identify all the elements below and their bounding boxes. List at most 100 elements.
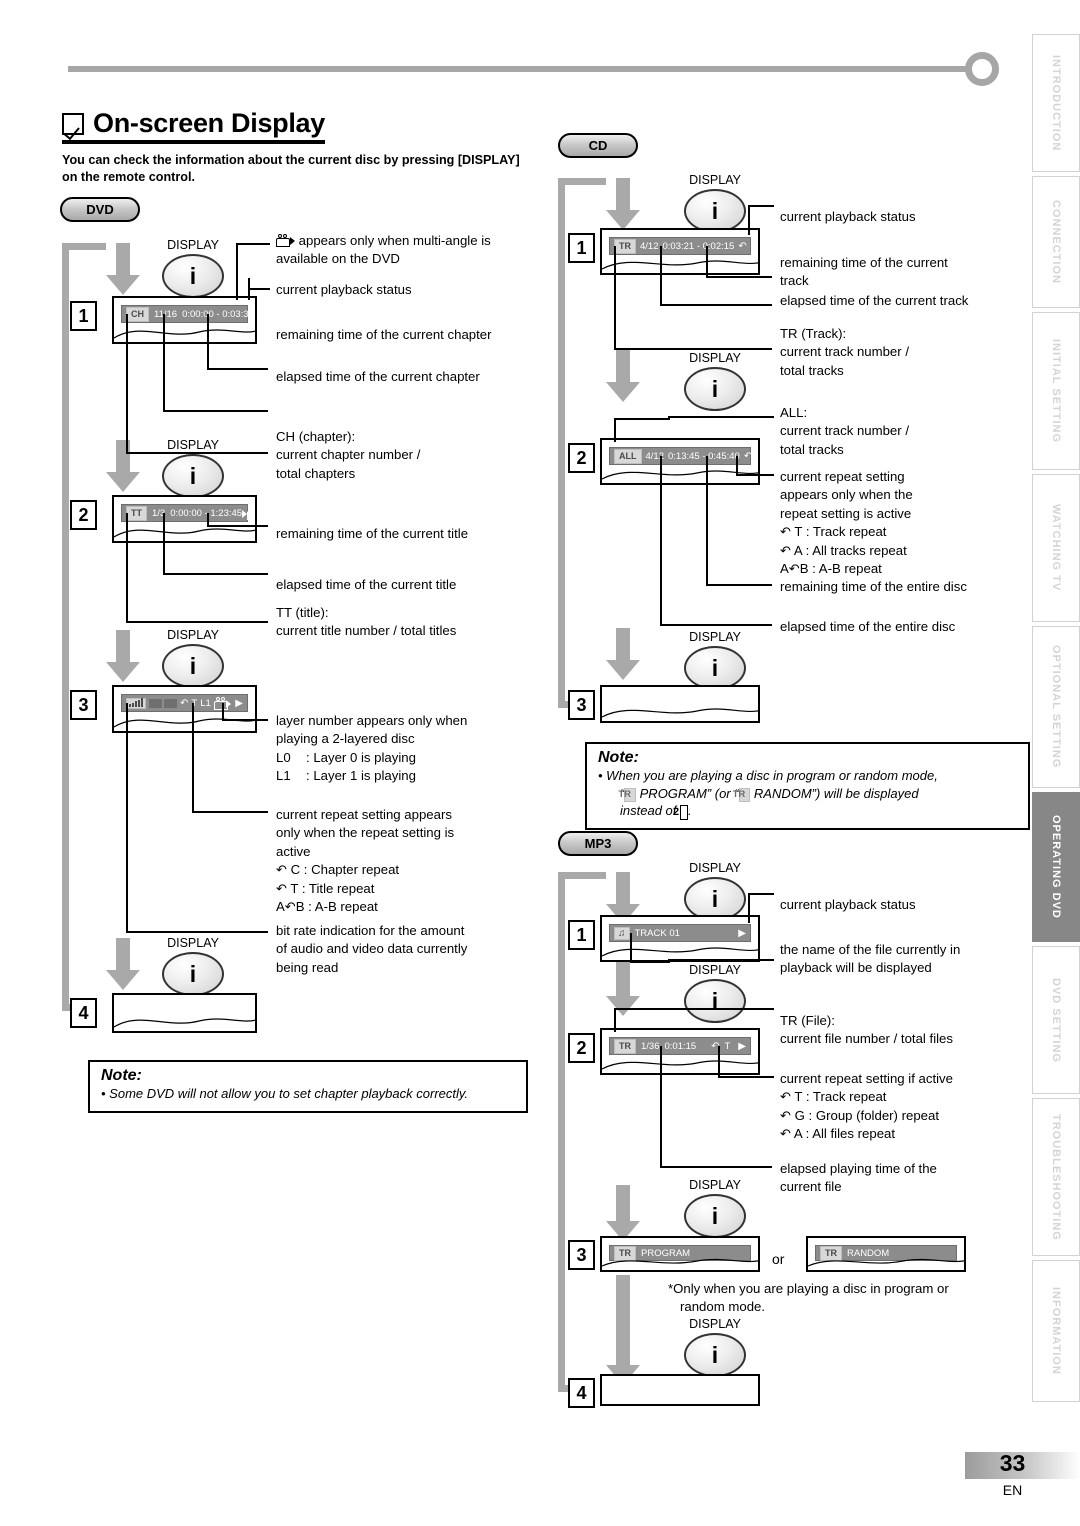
torn-edge	[602, 947, 758, 957]
callout-text: elapsed time of the current title	[276, 577, 457, 592]
display-button-mp3-3[interactable]: DISPLAY i	[682, 1178, 748, 1238]
callout-dvd-layer: layer number appears only when playing a…	[276, 712, 526, 786]
callout-text: remaining time of the current chapter	[276, 327, 492, 342]
info-icon[interactable]: i	[162, 254, 224, 298]
sidetab-information[interactable]: INFORMATION	[1032, 1260, 1080, 1402]
badge-label: MP3	[584, 836, 612, 851]
display-button-label: DISPLAY	[689, 963, 741, 977]
sidetab-initial-setting[interactable]: INITIAL SETTING	[1032, 312, 1080, 470]
repeat-ab-desc: : A-B repeat	[812, 561, 882, 577]
intro-text: You can check the information about the …	[62, 152, 532, 187]
info-icon[interactable]: i	[684, 367, 746, 411]
sidetab-label: INTRODUCTION	[1050, 54, 1062, 152]
badge-label: CD	[588, 138, 608, 153]
callout-text: current file number / total files	[780, 1031, 953, 1047]
c-dvd1-ch-h	[126, 452, 268, 454]
c-cd1-tr-v	[614, 246, 616, 350]
callout-cd-elapsed-disc: elapsed time of the entire disc	[780, 618, 1040, 636]
step-number-dvd-3: 3	[70, 690, 97, 720]
display-button-dvd-4[interactable]: DISPLAY i	[160, 936, 226, 996]
sidetab-optional-setting[interactable]: OPTIONAL SETTING	[1032, 626, 1080, 788]
repeat-icon: ↶	[780, 1107, 791, 1123]
repeat-t-label: T	[794, 1089, 803, 1105]
info-icon[interactable]: i	[162, 454, 224, 498]
c-cd1-tr-h	[614, 348, 772, 350]
osd-file-name: TRACK 01	[634, 927, 680, 939]
info-icon[interactable]: i	[684, 1333, 746, 1377]
callout-mp3-elapsed: elapsed playing time of the current file	[780, 1160, 1030, 1197]
callout-dvd-chapter-number: CH (chapter): current chapter number / t…	[276, 428, 516, 483]
info-icon[interactable]: i	[684, 1194, 746, 1238]
display-button-mp3-4[interactable]: DISPLAY i	[682, 1317, 748, 1377]
display-button-mp3-2[interactable]: DISPLAY i	[682, 963, 748, 1023]
sidetab-introduction[interactable]: INTRODUCTION	[1032, 34, 1080, 172]
callout-text: TT (title):	[276, 605, 329, 620]
footnote-line-1: *Only when you are playing a disc in pro…	[668, 1281, 949, 1296]
sidetab-connection[interactable]: CONNECTION	[1032, 176, 1080, 308]
sidetab-label: OPERATING DVD	[1050, 815, 1062, 919]
info-icon[interactable]: i	[684, 646, 746, 690]
manual-page: INTRODUCTION CONNECTION INITIAL SETTING …	[0, 0, 1080, 1526]
c-cd2-repeat-h	[736, 474, 774, 476]
callout-mp3-filename: the name of the file currently in playba…	[780, 941, 1030, 978]
display-button-cd-2[interactable]: DISPLAY i	[682, 351, 748, 411]
intro-line-2: the remote control.	[80, 170, 195, 185]
display-button-label: DISPLAY	[167, 238, 219, 252]
repeat-icon: ↶	[780, 542, 791, 558]
sidetab-watching-tv[interactable]: WATCHING TV	[1032, 474, 1080, 622]
layer-l1-label: L1	[276, 768, 291, 784]
callout-dvd-elapsed-title: elapsed time of the current title	[276, 576, 526, 594]
c-mp31-status-v	[748, 893, 750, 923]
c-cd2-all-h	[614, 418, 670, 420]
c-dvd1-status-v	[236, 270, 238, 300]
info-icon[interactable]: i	[684, 979, 746, 1023]
osd-screen-cd-1: TR 4/12 0:03:21 - 0:02:15 ↶ T ▶	[600, 228, 760, 275]
note-title: Note:	[101, 1067, 142, 1084]
c-dvd1-ch-v	[126, 314, 128, 454]
repeat-t-desc: : Title repeat	[301, 880, 375, 896]
sidetab-operating-dvd[interactable]: OPERATING DVD	[1032, 792, 1080, 942]
callout-text: current track number /	[780, 423, 909, 439]
note-line-3-end: .	[688, 803, 692, 819]
callout-text: the name of the file currently in	[780, 942, 961, 957]
display-button-dvd-2[interactable]: DISPLAY i	[160, 438, 226, 498]
osd-screen-mp3-2: TR 1/36 0:01:15 ↶ T ▶	[600, 1028, 760, 1075]
c-mp31-name-v	[630, 933, 632, 963]
c-dvd1-elapsed-h	[163, 410, 268, 412]
mp3-footnote: *Only when you are playing a disc in pro…	[668, 1280, 1008, 1317]
callout-text: current playback status	[780, 209, 916, 224]
callout-text: ALL:	[780, 405, 808, 420]
osd-repeat-mode: T	[724, 1040, 731, 1052]
display-button-dvd-1[interactable]: DISPLAY i	[160, 238, 226, 298]
callout-text: current repeat setting appears	[276, 807, 452, 822]
callout-text: current title number / total titles	[276, 623, 457, 639]
osd-repeat-mode: T	[756, 451, 758, 462]
torn-edge	[602, 1060, 758, 1070]
repeat-icon: ↶	[788, 561, 800, 577]
osd-file-time: 0:01:15	[664, 1040, 697, 1052]
sidetab-label: WATCHING TV	[1050, 504, 1062, 592]
display-button-label: DISPLAY	[167, 438, 219, 452]
display-button-cd-1[interactable]: DISPLAY i	[682, 173, 748, 233]
c-mp32-repeat-v	[718, 1046, 720, 1078]
display-button-label: DISPLAY	[689, 351, 741, 365]
callout-text: repeat setting is active	[780, 505, 912, 521]
step-number-mp3-1: 1	[568, 920, 595, 950]
callout-mp3-file-number: TR (File): current file number / total f…	[780, 1012, 1030, 1049]
step-label: 3	[576, 694, 587, 715]
c-mp32-tr-v	[614, 1008, 616, 1032]
display-button-dvd-3[interactable]: DISPLAY i	[160, 628, 226, 688]
display-button-cd-3[interactable]: DISPLAY i	[682, 630, 748, 690]
c-cd1-elapsed-h	[660, 304, 772, 306]
step-number-dvd-2: 2	[70, 500, 97, 530]
badge-label: DVD	[86, 202, 114, 217]
info-icon[interactable]: i	[684, 189, 746, 233]
step-number-dvd-4: 4	[70, 998, 97, 1028]
display-button-mp3-1[interactable]: DISPLAY i	[682, 861, 748, 921]
layer-l1-desc: : Layer 1 is playing	[306, 768, 416, 784]
note-line-2a: PROGRAM” (or “	[639, 785, 739, 801]
info-icon[interactable]: i	[162, 952, 224, 996]
info-icon[interactable]: i	[162, 644, 224, 688]
callout-mp3-playback-status: current playback status	[780, 896, 1030, 914]
repeat-ab-b: B	[799, 561, 809, 577]
